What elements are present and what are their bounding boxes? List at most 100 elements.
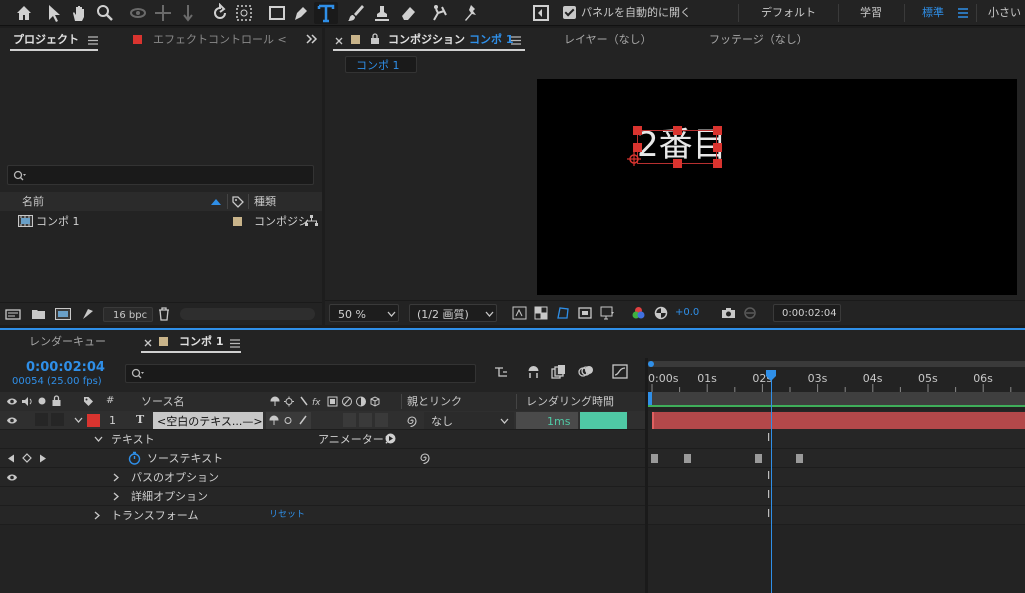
show-snapshot-icon[interactable] — [743, 306, 757, 320]
draft-3d-icon[interactable] — [526, 364, 541, 379]
layer-name-field[interactable]: <空白のテキス...—> — [153, 412, 263, 429]
new-composition-icon[interactable] — [55, 308, 71, 320]
panel-layout-icon[interactable] — [531, 3, 551, 23]
clone-stamp-tool-icon[interactable] — [372, 3, 392, 23]
rotate-tool-icon[interactable] — [210, 3, 230, 23]
eye-icon[interactable] — [6, 397, 18, 406]
close-icon[interactable] — [144, 339, 152, 347]
col-name-header[interactable]: 名前 — [22, 196, 44, 207]
transform-handle[interactable] — [713, 143, 722, 152]
property-row-text[interactable]: テキスト アニメーター： — [0, 430, 645, 449]
previous-keyframe-icon[interactable] — [7, 454, 15, 463]
tab-footage[interactable]: フッテージ（なし） — [709, 34, 808, 45]
transform-handle[interactable] — [713, 159, 722, 168]
frame-blending-icon[interactable] — [551, 364, 566, 379]
mask-visibility-icon[interactable] — [556, 306, 570, 320]
chevron-right-icon[interactable] — [113, 473, 119, 482]
trash-icon[interactable] — [158, 307, 170, 321]
workspace-menu-icon[interactable] — [958, 8, 968, 18]
pan-camera-icon[interactable] — [153, 3, 173, 23]
project-search-input[interactable] — [7, 165, 314, 185]
comp-navigator-tab[interactable]: コンポ 1 — [345, 56, 417, 73]
transform-handle[interactable] — [673, 159, 682, 168]
hand-tool-icon[interactable] — [69, 3, 89, 23]
sort-ascending-icon[interactable] — [211, 198, 221, 205]
reset-exposure-icon[interactable] — [654, 306, 668, 320]
property-row-path-options[interactable]: パスのオプション — [0, 468, 645, 487]
rectangle-tool-icon[interactable] — [267, 3, 287, 23]
layer-label-color[interactable] — [87, 414, 100, 427]
workspace-standard[interactable]: 標準 — [922, 7, 944, 18]
col-render-time-header[interactable]: レンダリング時間 — [526, 396, 614, 407]
work-area-bar[interactable] — [648, 392, 1025, 407]
bpc-button[interactable]: 16 bpc — [103, 307, 153, 322]
switch-box[interactable] — [343, 413, 356, 427]
brush-tool-icon[interactable] — [346, 3, 366, 23]
pen-tool-icon[interactable] — [291, 3, 311, 23]
comp-mini-flowchart-icon[interactable] — [494, 365, 508, 379]
type-tool-icon[interactable] — [316, 3, 336, 23]
layer-row[interactable]: 1 T <空白のテキス...—> なし 1ms — [0, 411, 645, 430]
panel-menu-icon[interactable] — [88, 36, 98, 45]
workspace-learn[interactable]: 学習 — [860, 7, 882, 18]
audio-icon[interactable] — [21, 396, 33, 407]
resolution-select[interactable]: (1/2 画質) — [409, 304, 497, 322]
eye-icon[interactable] — [6, 473, 18, 482]
zoom-tool-icon[interactable] — [95, 3, 115, 23]
transparency-grid-icon[interactable] — [534, 306, 548, 320]
keyframe-hold[interactable] — [651, 454, 658, 463]
anchor-point-tool-icon[interactable] — [234, 3, 254, 23]
lock-icon[interactable] — [370, 33, 380, 45]
roto-brush-tool-icon[interactable] — [430, 3, 450, 23]
color-channels-icon[interactable] — [631, 306, 646, 320]
label-tag-icon[interactable] — [83, 396, 94, 407]
add-keyframe-icon[interactable] — [22, 453, 32, 463]
tab-project[interactable]: プロジェクト — [13, 34, 79, 45]
selection-tool-icon[interactable] — [44, 3, 64, 23]
tab-timeline-comp[interactable]: コンポ 1 — [179, 336, 223, 347]
reset-link[interactable]: リセット — [269, 511, 305, 520]
snapshot-camera-icon[interactable] — [721, 307, 736, 319]
label-tag-icon[interactable] — [232, 196, 244, 208]
play-circle-icon[interactable] — [385, 433, 396, 444]
property-row-source-text[interactable]: ソーステキスト — [0, 449, 645, 468]
close-icon[interactable] — [335, 37, 343, 45]
motion-blur-icon[interactable] — [578, 364, 594, 379]
keyframe-hold[interactable] — [755, 454, 762, 463]
lock-toggle[interactable] — [51, 413, 64, 426]
chevron-double-right-icon[interactable] — [306, 34, 318, 44]
layer-switches[interactable] — [266, 412, 311, 429]
transform-handle[interactable] — [673, 126, 682, 135]
transform-handle[interactable] — [713, 126, 722, 135]
keyframe-hold[interactable] — [796, 454, 803, 463]
timeline-search-input[interactable] — [125, 364, 476, 383]
keyframe-hold[interactable] — [684, 454, 691, 463]
interpret-footage-icon[interactable] — [5, 308, 21, 320]
project-item-label-swatch[interactable] — [233, 217, 242, 226]
solo-toggle[interactable] — [35, 413, 48, 426]
solo-icon[interactable] — [38, 397, 46, 405]
next-keyframe-icon[interactable] — [39, 454, 47, 463]
eraser-tool-icon[interactable] — [398, 3, 418, 23]
chevron-right-icon[interactable] — [113, 492, 119, 501]
pick-whip-icon[interactable] — [419, 452, 431, 464]
tab-layer[interactable]: レイヤー（なし） — [564, 34, 652, 45]
eye-icon[interactable] — [6, 416, 18, 425]
layer-switches-icons[interactable]: fx — [270, 396, 390, 407]
new-folder-icon[interactable] — [31, 308, 46, 320]
current-time-field[interactable]: 0:00:02:04 — [773, 304, 841, 322]
chevron-down-icon[interactable] — [74, 417, 83, 423]
stopwatch-icon[interactable] — [128, 451, 141, 465]
property-row-more-options[interactable]: 詳細オプション — [0, 487, 645, 506]
project-scrollbar[interactable] — [180, 308, 315, 320]
switch-box[interactable] — [359, 413, 372, 427]
fast-previews-icon[interactable] — [512, 306, 527, 320]
region-of-interest-icon[interactable] — [578, 306, 592, 320]
col-source-name-header[interactable]: ソース名 — [141, 396, 184, 407]
list-item[interactable]: コンポ 1 コンポジシ — [0, 212, 322, 230]
tab-composition[interactable]: コンポジション — [388, 34, 465, 45]
graph-editor-icon[interactable] — [612, 364, 628, 379]
col-type-header[interactable]: 種類 — [254, 196, 276, 207]
workspace-small[interactable]: 小さい — [988, 7, 1021, 18]
exposure-value[interactable]: +0.0 — [675, 308, 699, 318]
